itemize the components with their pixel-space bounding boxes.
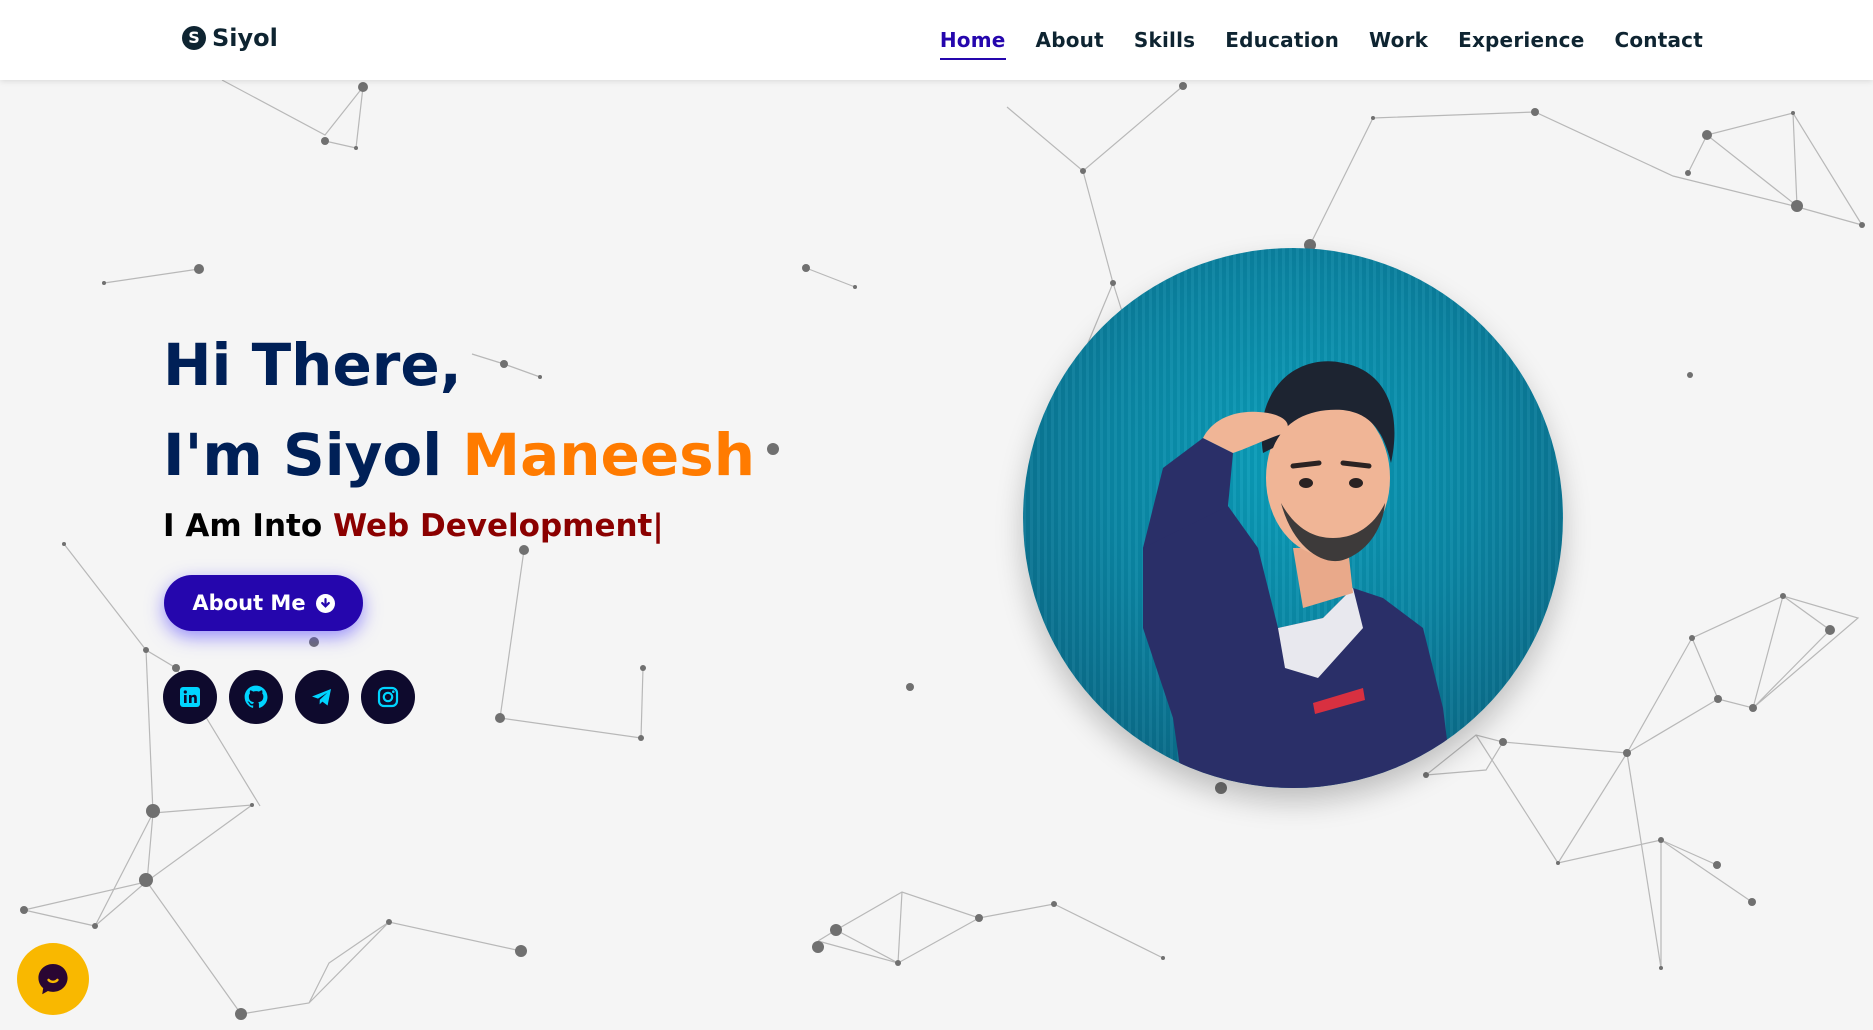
nav-link-education[interactable]: Education [1225,28,1339,60]
hero-heading: Hi There, I'm Siyol Maneesh [163,320,755,500]
site-header: S Siyol Home About Skills Education Work… [0,0,1873,80]
about-me-button[interactable]: About Me [164,575,363,631]
brand-logo[interactable]: S Siyol [182,24,278,52]
hero-intro-highlight: Maneesh [462,421,755,489]
typed-tagline: I Am Into Web Development| [163,508,664,544]
typed-prefix: I Am Into [163,508,333,544]
linkedin-icon[interactable] [163,670,217,724]
hero-intro: I'm Siyol Maneesh [163,410,755,500]
nav-link-experience[interactable]: Experience [1458,28,1584,60]
social-links [163,670,415,724]
chat-bubble-icon [38,963,68,995]
logo-icon: S [182,26,206,50]
hero-greeting: Hi There, [163,331,462,399]
chat-widget-button[interactable] [17,943,89,1015]
hero-intro-prefix: I'm Siyol [163,421,463,489]
github-icon[interactable] [229,670,283,724]
main-nav: Home About Skills Education Work Experie… [939,28,1703,60]
arrow-down-circle-icon [315,593,335,613]
nav-link-work[interactable]: Work [1369,28,1428,60]
nav-link-contact[interactable]: Contact [1614,28,1703,60]
typed-cursor: | [652,508,664,544]
instagram-icon[interactable] [361,670,415,724]
profile-avatar [1023,248,1563,788]
nav-link-about[interactable]: About [1036,28,1104,60]
about-me-label: About Me [192,591,306,615]
avatar-character [1143,361,1453,788]
brand-name: Siyol [212,24,278,52]
telegram-icon[interactable] [295,670,349,724]
nav-link-home[interactable]: Home [939,28,1006,60]
nav-link-skills[interactable]: Skills [1134,28,1195,60]
typed-role: Web Development [332,508,653,544]
